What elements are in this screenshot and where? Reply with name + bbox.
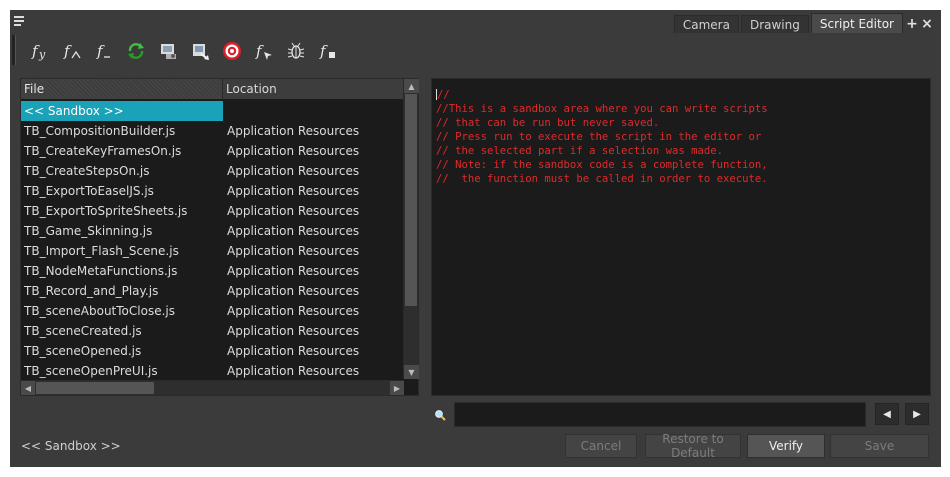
script-editor-window: Camera Drawing Script Editor + × fy f f … xyxy=(10,10,941,467)
cell-location: Application Resources xyxy=(227,284,360,298)
code-line: // Note: if the sandbox code is a comple… xyxy=(436,159,768,171)
code-line: //This is a sandbox area where you can w… xyxy=(436,103,768,115)
current-file-label: << Sandbox >> xyxy=(21,439,121,453)
cell-file-name: TB_CreateKeyFramesOn.js xyxy=(24,144,182,158)
cell-location: Application Resources xyxy=(227,364,360,378)
cell-location: Application Resources xyxy=(227,264,360,278)
open-script-icon[interactable] xyxy=(152,38,184,64)
horizontal-scrollbar[interactable]: ◀ ▶ xyxy=(21,380,404,395)
svg-text:f: f xyxy=(63,42,72,60)
function-list-icon[interactable]: f xyxy=(312,38,344,64)
toolbar: fy f f f f xyxy=(24,38,344,64)
table-header: File Location xyxy=(21,79,403,99)
cell-file-name: TB_ExportToSpriteSheets.js xyxy=(24,204,188,218)
table-row[interactable]: TB_sceneCreated.js Application Resources xyxy=(21,321,403,341)
table-row[interactable]: << Sandbox >> xyxy=(21,101,403,121)
svg-text:y: y xyxy=(38,48,46,61)
column-header-location[interactable]: Location xyxy=(223,79,403,99)
verify-button[interactable]: Verify xyxy=(747,434,825,458)
scroll-up-icon[interactable]: ▲ xyxy=(404,79,419,93)
toolbar-grip[interactable] xyxy=(12,35,16,65)
restore-to-default-button[interactable]: Restore to Default xyxy=(645,432,741,460)
refresh-icon[interactable] xyxy=(120,38,152,64)
code-line: // that can be run but never saved. xyxy=(436,117,660,129)
cell-file-name: TB_sceneOpenPreUI.js xyxy=(24,364,158,378)
script-file-table: File Location << Sandbox >> TB_Compositio… xyxy=(20,78,419,396)
cell-file-name: TB_CompositionBuilder.js xyxy=(24,124,176,138)
column-header-file[interactable]: File xyxy=(21,79,223,99)
tab-drawing[interactable]: Drawing xyxy=(740,15,809,33)
table-row[interactable]: TB_Record_and_Play.js Application Resourc… xyxy=(21,281,403,301)
cell-file-name: TB_Import_Flash_Scene.js xyxy=(24,244,179,258)
cell-location: Application Resources xyxy=(227,144,360,158)
cell-file-name: TB_CreateStepsOn.js xyxy=(24,164,150,178)
cell-file-name: TB_sceneOpened.js xyxy=(24,344,142,358)
cell-location: Application Resources xyxy=(227,224,360,238)
set-target-icon[interactable]: f xyxy=(248,38,280,64)
code-editor[interactable]: // //This is a sandbox area where you can… xyxy=(431,78,931,396)
rename-function-icon[interactable]: f xyxy=(56,38,88,64)
svg-text:f: f xyxy=(255,42,264,60)
table-row[interactable]: TB_NodeMetaFunctions.js Application Resou… xyxy=(21,261,403,281)
cell-file-name: TB_Game_Skinning.js xyxy=(24,224,153,238)
table-row[interactable]: TB_sceneOpenPreUI.js Application Resource… xyxy=(21,361,403,381)
delete-function-icon[interactable]: f xyxy=(88,38,120,64)
table-row[interactable]: TB_CreateKeyFramesOn.js Application Resou… xyxy=(21,141,403,161)
cell-location: Application Resources xyxy=(227,324,360,338)
svg-text:f: f xyxy=(319,42,328,60)
code-line: // xyxy=(436,88,930,102)
debug-icon[interactable] xyxy=(280,38,312,64)
scroll-right-icon[interactable]: ▶ xyxy=(390,381,404,395)
cell-file-name: TB_Record_and_Play.js xyxy=(24,284,159,298)
search-icon xyxy=(435,410,446,421)
menu-icon[interactable] xyxy=(14,15,28,29)
cell-location: Application Resources xyxy=(227,124,360,138)
cell-file-name: TB_NodeMetaFunctions.js xyxy=(24,264,178,278)
code-line: // the function must be called in order … xyxy=(436,173,768,185)
vertical-scrollbar[interactable]: ▲ ▼ xyxy=(403,79,419,379)
cell-location: Application Resources xyxy=(227,204,360,218)
cell-file-name: TB_sceneAboutToClose.js xyxy=(24,304,175,318)
vertical-scroll-thumb[interactable] xyxy=(405,94,417,306)
search-previous-button[interactable]: ◀ xyxy=(875,403,899,425)
table-row[interactable]: TB_sceneOpened.js Application Resources xyxy=(21,341,403,361)
table-row[interactable]: TB_Import_Flash_Scene.js Application Reso… xyxy=(21,241,403,261)
add-tab-icon[interactable]: + xyxy=(906,15,918,33)
svg-text:f: f xyxy=(96,42,105,60)
table-row[interactable]: TB_Game_Skinning.js Application Resources xyxy=(21,221,403,241)
table-row[interactable]: TB_sceneAboutToClose.js Application Resou… xyxy=(21,301,403,321)
cell-location: Application Resources xyxy=(227,344,360,358)
view-tabs: Camera Drawing Script Editor + × xyxy=(672,13,933,33)
cell-location: Application Resources xyxy=(227,304,360,318)
table-row[interactable]: TB_ExportToEaselJS.js Application Resourc… xyxy=(21,181,403,201)
horizontal-scroll-thumb[interactable] xyxy=(36,382,154,394)
cell-file-name: TB_sceneCreated.js xyxy=(24,324,142,338)
tab-script-editor[interactable]: Script Editor xyxy=(810,13,903,33)
code-line: // Press run to execute the script in th… xyxy=(436,131,762,143)
search-input[interactable] xyxy=(454,402,866,427)
cell-location: Application Resources xyxy=(227,164,360,178)
search-next-button[interactable]: ▶ xyxy=(905,403,929,425)
cancel-button[interactable]: Cancel xyxy=(565,434,637,458)
table-row[interactable]: TB_CompositionBuilder.js Application Reso… xyxy=(21,121,403,141)
cell-location: Application Resources xyxy=(227,184,360,198)
close-tab-icon[interactable]: × xyxy=(921,15,933,33)
scroll-down-icon[interactable]: ▼ xyxy=(404,365,419,379)
target-icon[interactable] xyxy=(216,38,248,64)
tab-camera[interactable]: Camera xyxy=(673,15,739,33)
table-body: << Sandbox >> TB_CompositionBuilder.js App… xyxy=(21,101,403,381)
save-button[interactable]: Save xyxy=(830,434,929,458)
new-function-icon[interactable]: fy xyxy=(24,38,56,64)
cell-file-name: TB_ExportToEaselJS.js xyxy=(24,184,154,198)
table-row[interactable]: TB_CreateStepsOn.js Application Resources xyxy=(21,161,403,181)
import-script-icon[interactable] xyxy=(184,38,216,64)
table-row[interactable]: TB_ExportToSpriteSheets.js Application Re… xyxy=(21,201,403,221)
code-line-text: // xyxy=(437,89,450,101)
cell-location xyxy=(223,101,403,121)
cell-file-name: << Sandbox >> xyxy=(21,101,223,121)
scroll-left-icon[interactable]: ◀ xyxy=(21,381,35,395)
cell-location: Application Resources xyxy=(227,244,360,258)
code-line: // the selected part if a selection was … xyxy=(436,145,724,157)
